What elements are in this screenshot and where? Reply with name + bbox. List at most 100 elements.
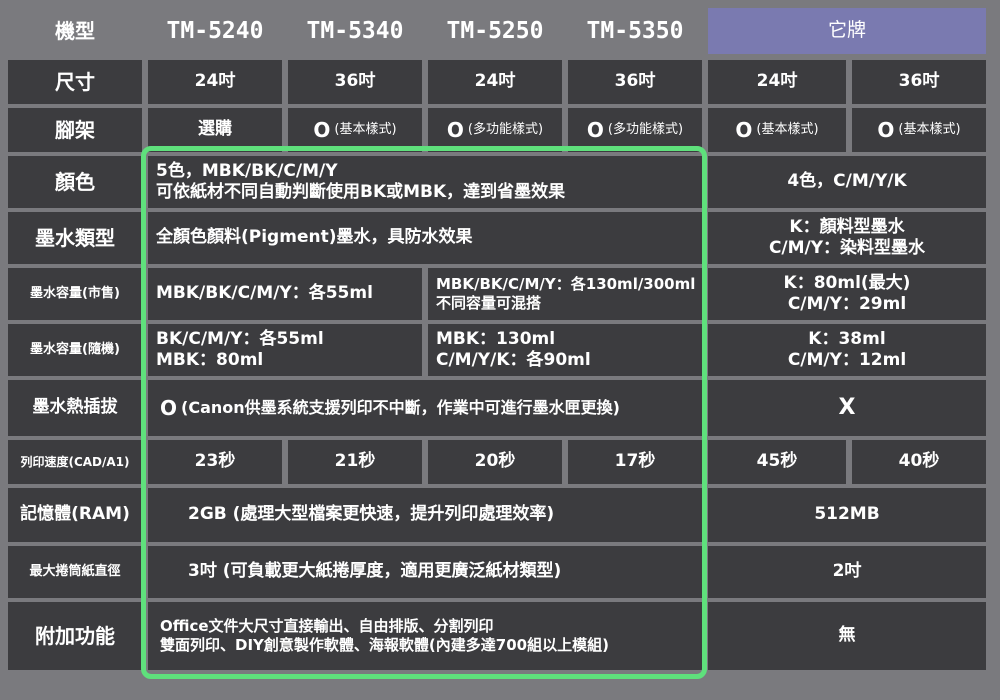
size-cell-1: 24吋	[148, 60, 282, 104]
header-model-4: TM-5350	[568, 8, 702, 54]
speed-cell-4: 17秒	[568, 440, 702, 484]
row-label-ink-bundled-text: 墨水容量(隨機)	[30, 341, 120, 357]
header-model-3: TM-5250	[428, 8, 562, 54]
color-epson-text: 5色，MBK/BK/C/M/Y 可依紙材不同自動判斷使用BK或MBK，達到省墨效…	[156, 160, 566, 202]
ink-retail-a-cell: MBK/BK/C/M/Y：各55ml	[148, 268, 422, 320]
stand-cell-2: O (基本樣式)	[288, 108, 422, 152]
row-label-extra: 附加功能	[8, 602, 142, 670]
stand-note-4: (多功能樣式)	[607, 121, 684, 137]
roll-other-cell: 2吋	[708, 546, 986, 598]
speed-value-1: 23秒	[194, 451, 236, 472]
row-label-color-text: 顏色	[55, 169, 95, 194]
size-value-5: 24吋	[756, 71, 798, 92]
ink-type-epson-cell: 全顏色顏料(Pigment)墨水，具防水效果	[148, 212, 702, 264]
size-cell-6: 36吋	[852, 60, 986, 104]
size-cell-4: 36吋	[568, 60, 702, 104]
size-value-3: 24吋	[474, 71, 516, 92]
memory-epson-text: 2GB (處理大型檔案更快速，提升列印處理效率)	[188, 504, 555, 525]
size-value-6: 36吋	[898, 71, 940, 92]
row-label-ink-type: 墨水類型	[8, 212, 142, 264]
speed-value-2: 21秒	[334, 451, 376, 472]
header-model-2: TM-5340	[288, 8, 422, 54]
header-model-2-text: TM-5340	[306, 17, 404, 44]
ink-retail-b-text: MBK/BK/C/M/Y：各130ml/300ml 不同容量可混搭	[436, 275, 696, 312]
stand-mark-5: O	[735, 117, 753, 142]
header-model-4-text: TM-5350	[586, 17, 684, 44]
row-label-size-text: 尺寸	[55, 69, 95, 94]
stand-mark-4: O	[586, 117, 604, 142]
row-label-memory-text: 記憶體(RAM)	[20, 504, 130, 525]
row-label-stand-text: 腳架	[55, 117, 95, 142]
memory-other-cell: 512MB	[708, 488, 986, 542]
memory-other-text: 512MB	[814, 504, 880, 525]
stand-mark-2: O	[313, 117, 331, 142]
stand-note-3: (多功能樣式)	[467, 121, 544, 137]
roll-other-text: 2吋	[832, 561, 862, 582]
ink-bundled-other-cell: K：38ml C/M/Y：12ml	[708, 324, 986, 376]
ink-bundled-a-text: BK/C/M/Y：各55ml MBK：80ml	[156, 328, 324, 370]
stand-cell-6: O (基本樣式)	[852, 108, 986, 152]
ink-retail-other-text: K：80ml(最大) C/M/Y：29ml	[783, 272, 911, 314]
row-label-extra-text: 附加功能	[35, 623, 115, 648]
ink-bundled-b-text: MBK：130ml C/M/Y/K：各90ml	[436, 328, 591, 370]
ink-type-other-text: K：顏料型墨水 C/M/Y：染料型墨水	[768, 216, 926, 258]
speed-cell-5: 45秒	[708, 440, 846, 484]
row-label-hot-swap-text: 墨水熱插拔	[32, 397, 118, 418]
stand-cell-1: 選購	[148, 108, 282, 152]
color-other-text: 4色，C/M/Y/K	[787, 171, 907, 192]
size-value-4: 36吋	[614, 71, 656, 92]
row-label-ink-type-text: 墨水類型	[35, 225, 115, 250]
stand-mark-3: O	[446, 117, 464, 142]
stand-mark-6: O	[877, 117, 895, 142]
size-value-1: 24吋	[194, 71, 236, 92]
row-label-roll-text: 最大捲筒紙直徑	[29, 563, 121, 579]
ink-retail-a-text: MBK/BK/C/M/Y：各55ml	[156, 283, 373, 304]
ink-retail-other-cell: K：80ml(最大) C/M/Y：29ml	[708, 268, 986, 320]
header-model-1: TM-5240	[148, 8, 282, 54]
speed-cell-1: 23秒	[148, 440, 282, 484]
stand-cell-5: O (基本樣式)	[708, 108, 846, 152]
color-epson-cell: 5色，MBK/BK/C/M/Y 可依紙材不同自動判斷使用BK或MBK，達到省墨效…	[148, 156, 702, 208]
speed-cell-3: 20秒	[428, 440, 562, 484]
header-model-1-text: TM-5240	[166, 17, 264, 44]
row-label-roll: 最大捲筒紙直徑	[8, 546, 142, 598]
header-other-brand-text: 它牌	[827, 19, 866, 42]
speed-value-3: 20秒	[474, 451, 516, 472]
header-model-label-text: 機型	[55, 18, 95, 43]
row-label-ink-retail: 墨水容量(市售)	[8, 268, 142, 320]
size-value-2: 36吋	[334, 71, 376, 92]
stand-note-6: (基本樣式)	[898, 121, 961, 137]
stand-cell-3: O (多功能樣式)	[428, 108, 562, 152]
roll-epson-cell: 3吋 (可負載更大紙捲厚度，適用更廣泛紙材類型)	[148, 546, 702, 598]
ink-type-other-cell: K：顏料型墨水 C/M/Y：染料型墨水	[708, 212, 986, 264]
row-label-size: 尺寸	[8, 60, 142, 104]
size-cell-2: 36吋	[288, 60, 422, 104]
hot-swap-epson-cell: O (Canon供墨系統支援列印不中斷，作業中可進行墨水匣更換)	[148, 380, 702, 436]
row-label-ink-retail-text: 墨水容量(市售)	[30, 285, 120, 301]
speed-value-5: 45秒	[756, 451, 798, 472]
stand-cell-4: O (多功能樣式)	[568, 108, 702, 152]
roll-epson-text: 3吋 (可負載更大紙捲厚度，適用更廣泛紙材類型)	[188, 561, 562, 582]
row-label-hot-swap: 墨水熱插拔	[8, 380, 142, 436]
ink-type-epson-text: 全顏色顏料(Pigment)墨水，具防水效果	[156, 227, 473, 248]
size-cell-5: 24吋	[708, 60, 846, 104]
ink-retail-b-cell: MBK/BK/C/M/Y：各130ml/300ml 不同容量可混搭	[428, 268, 702, 320]
ink-bundled-other-text: K：38ml C/M/Y：12ml	[787, 328, 907, 370]
ink-bundled-a-cell: BK/C/M/Y：各55ml MBK：80ml	[148, 324, 422, 376]
stand-value-1: 選購	[198, 119, 232, 140]
extra-other-text: 無	[838, 625, 856, 646]
row-label-ink-bundled: 墨水容量(隨機)	[8, 324, 142, 376]
color-other-cell: 4色，C/M/Y/K	[708, 156, 986, 208]
row-label-color: 顏色	[8, 156, 142, 208]
speed-cell-6: 40秒	[852, 440, 986, 484]
hot-swap-mark: O	[160, 395, 178, 420]
hot-swap-other-cell: X	[708, 380, 986, 436]
hot-swap-other-text: X	[838, 395, 856, 421]
stand-note-5: (基本樣式)	[756, 121, 819, 137]
header-model-3-text: TM-5250	[446, 17, 544, 44]
row-label-speed: 列印速度(CAD/A1)	[8, 440, 142, 484]
speed-cell-2: 21秒	[288, 440, 422, 484]
size-cell-3: 24吋	[428, 60, 562, 104]
speed-value-4: 17秒	[614, 451, 656, 472]
stand-note-2: (基本樣式)	[334, 121, 397, 137]
